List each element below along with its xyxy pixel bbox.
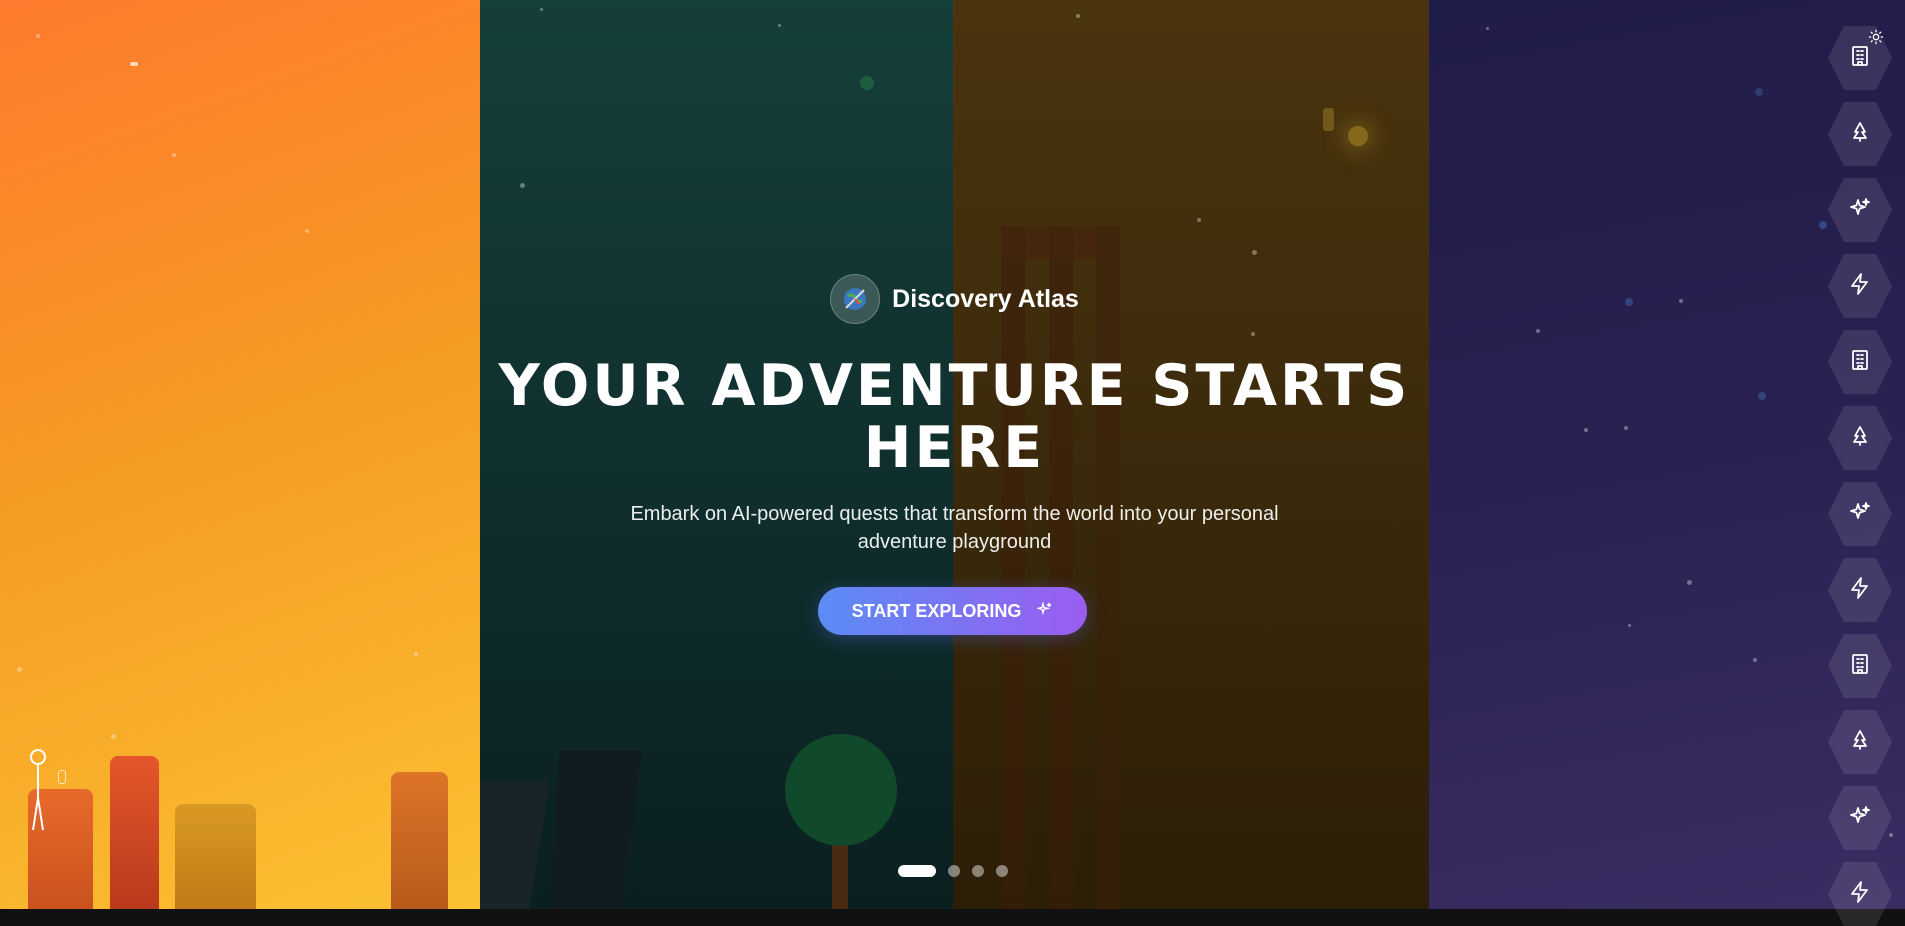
rail-button-8[interactable]: [1828, 558, 1892, 622]
hero-headline: YOUR ADVENTURE STARTS HERE: [498, 353, 1411, 481]
brand-name: Discovery Atlas: [892, 284, 1079, 313]
star: [1486, 27, 1489, 30]
pager-dot-4[interactable]: [996, 865, 1008, 877]
particle: [414, 652, 418, 656]
building-icon: [1848, 652, 1872, 680]
building: [175, 804, 256, 909]
star: [1584, 428, 1588, 432]
rail-button-4[interactable]: [1828, 254, 1892, 318]
rail-button-6[interactable]: [1828, 406, 1892, 470]
tree-icon: [1848, 120, 1872, 148]
star: [1755, 88, 1763, 96]
pager-dot-3[interactable]: [972, 865, 984, 877]
star: [1624, 426, 1628, 430]
compass-globe-icon: [830, 274, 881, 324]
particle: [172, 153, 176, 157]
sparkle-icon: [1036, 600, 1053, 622]
star: [1628, 624, 1631, 627]
star: [1679, 299, 1683, 303]
star: [1758, 392, 1766, 400]
start-exploring-button[interactable]: START EXPLORING: [818, 587, 1087, 635]
hero-subheadline: Embark on AI-powered quests that transfo…: [630, 503, 1279, 553]
tree-icon: [1848, 728, 1872, 756]
rail-button-1[interactable]: [1828, 26, 1892, 90]
quick-nav-rail: [1825, 26, 1895, 926]
star: [1753, 658, 1757, 662]
explorer-figure: [30, 749, 46, 831]
rail-button-7[interactable]: [1828, 482, 1892, 546]
building-icon: [1848, 348, 1872, 376]
rail-button-3[interactable]: [1828, 178, 1892, 242]
star: [1625, 298, 1633, 306]
particle: [111, 734, 116, 739]
building-icon: [1848, 44, 1872, 72]
rail-button-10[interactable]: [1828, 710, 1892, 774]
rail-button-5[interactable]: [1828, 330, 1892, 394]
pager-dot-2[interactable]: [948, 865, 960, 877]
city-panel: [0, 0, 480, 909]
sparkles-icon: [1848, 804, 1872, 832]
rail-button-11[interactable]: [1828, 786, 1892, 850]
hero-section: Discovery Atlas YOUR ADVENTURE STARTS HE…: [480, 0, 1429, 909]
rail-button-12[interactable]: [1828, 862, 1892, 926]
rail-button-9[interactable]: [1828, 634, 1892, 698]
lightning-icon: [1848, 880, 1872, 908]
particle: [17, 667, 22, 672]
particle: [305, 229, 309, 233]
rail-button-2[interactable]: [1828, 102, 1892, 166]
lightning-icon: [1848, 272, 1872, 300]
pager-dot-1[interactable]: [898, 865, 936, 877]
lantern: [58, 770, 66, 784]
star: [1687, 580, 1692, 585]
building: [110, 756, 159, 909]
slide-pager: [898, 865, 1008, 877]
lightning-icon: [1848, 576, 1872, 604]
brand[interactable]: Discovery Atlas: [480, 274, 1429, 324]
tree-icon: [1848, 424, 1872, 452]
sparkles-icon: [1848, 500, 1872, 528]
sparkles-icon: [1848, 196, 1872, 224]
particle: [130, 62, 138, 66]
particle: [36, 34, 40, 38]
building: [391, 772, 448, 909]
cta-label: START EXPLORING: [851, 600, 1022, 621]
star: [1536, 329, 1540, 333]
